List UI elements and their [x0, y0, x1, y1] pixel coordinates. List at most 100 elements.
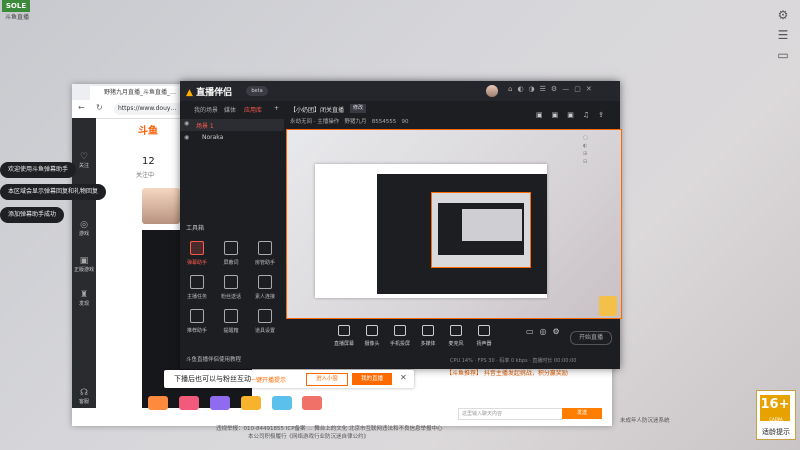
- room-title: 【小奶团】闭关直播: [290, 107, 345, 114]
- chat-message: 【斗鱼推荐】 抖音主播发起挑战，积分赢奖励: [446, 370, 568, 377]
- gift-icon: [224, 275, 238, 289]
- layer-row[interactable]: ◉ Noraka: [180, 133, 284, 143]
- back-icon[interactable]: ←: [78, 103, 85, 112]
- speaker-icon: [478, 325, 490, 336]
- tooltip-region: 本区域会显示弹幕回复和礼物回复: [0, 184, 107, 200]
- preview-side-icons[interactable]: ▢ ◐ ⊞ ⊟: [583, 134, 591, 166]
- room-id: 8554555: [371, 119, 397, 125]
- add-tab-icon[interactable]: +: [274, 105, 279, 112]
- tool-connect[interactable]: 素人连接: [250, 275, 280, 301]
- task-icon: [190, 275, 204, 289]
- gift-item[interactable]: [240, 396, 261, 410]
- my-stream-button[interactable]: 我的直播: [352, 373, 392, 385]
- window-controls[interactable]: ⌂◐◑☰⚙—▢✕: [508, 85, 597, 93]
- gift-item[interactable]: [209, 396, 230, 410]
- right-side-icons: ⚙ ☰ ▭: [776, 8, 792, 68]
- nested-app: [377, 174, 547, 294]
- age-rating-badge: 16+ CADPA 适龄提示: [756, 390, 796, 440]
- nav-item-service[interactable]: ☊ 客服: [72, 388, 96, 405]
- link-icon: [258, 275, 272, 289]
- list-icon[interactable]: ☰: [776, 28, 790, 42]
- chat-input[interactable]: 这里输入聊天内容: [458, 408, 563, 420]
- plus-icon: [190, 309, 204, 323]
- tool-reminder[interactable]: 提醒箱: [216, 309, 246, 335]
- send-button[interactable]: 发送: [562, 408, 602, 419]
- refresh-icon[interactable]: ↻: [96, 103, 103, 112]
- age-sub: CADPA: [769, 417, 783, 422]
- gear-icon: [258, 309, 272, 323]
- tool-danmu[interactable]: 弹幕助手: [182, 241, 212, 267]
- app-titlebar: ▲ 直播伴侣 beta ⌂◐◑☰⚙—▢✕: [180, 81, 620, 101]
- interaction-banner: 下播后也可以与粉丝互动 一键开播提示 进入小窗 我的直播 ✕: [164, 370, 414, 388]
- tool-tasks[interactable]: 主播任务: [182, 275, 212, 301]
- douyu-logo[interactable]: 斗鱼: [138, 122, 158, 137]
- nested-preview-inner: [431, 192, 531, 268]
- scene-row-active[interactable]: ◉ 场景 1: [180, 119, 284, 131]
- nested-app-inner: [438, 203, 524, 255]
- logo-sub: 斗鱼直播: [4, 14, 29, 21]
- nav-item-game[interactable]: ◎ 游戏: [72, 220, 96, 237]
- close-icon[interactable]: ✕: [400, 373, 407, 382]
- room-owner: 野猪九月: [344, 119, 367, 125]
- eye-icon[interactable]: ◉: [184, 134, 189, 141]
- tool-props[interactable]: 道具设置: [250, 309, 280, 335]
- tab-scene[interactable]: 我的场景: [194, 105, 218, 114]
- nav-item-follow[interactable]: ♡ 关注: [72, 152, 96, 169]
- chat-panel: 【斗鱼推荐】 抖音主播发起挑战，积分赢奖励 这里输入聊天内容 发送: [442, 364, 610, 424]
- gamepad-icon: ◎: [80, 220, 88, 230]
- browser-tab[interactable]: 野猪九月直播_斗鱼直播_…: [90, 86, 180, 100]
- bell-icon: [224, 309, 238, 323]
- logo-text: SOLE: [2, 0, 30, 12]
- url-bar[interactable]: https://www.douy…: [114, 103, 188, 115]
- corner-avatar: [599, 296, 617, 316]
- gift-item[interactable]: [302, 396, 323, 410]
- misc-control-icons[interactable]: ▭◎⚙: [526, 327, 566, 336]
- age-label: 适龄提示: [762, 428, 790, 436]
- tutorial-link[interactable]: 斗鱼直播伴侣使用教程: [186, 355, 241, 363]
- banner-link[interactable]: 一键开播提示: [250, 375, 286, 384]
- nav-item-official-game[interactable]: ▣ 正版游戏: [72, 256, 96, 273]
- nav-item-discover[interactable]: ♜ 发现: [72, 290, 96, 307]
- banner-text: 下播后也可以与粉丝互动: [174, 375, 251, 383]
- desktop-app-logo[interactable]: SOLE 斗鱼直播: [2, 0, 32, 28]
- nested-preview: [315, 164, 547, 298]
- speaker-button[interactable]: 扬声器: [468, 325, 500, 348]
- edit-room-button[interactable]: 修改: [350, 104, 366, 113]
- footer-right: 未成年人防沉迷系统: [620, 418, 670, 424]
- tab-media[interactable]: 媒体: [224, 105, 236, 114]
- settings-icon[interactable]: ⚙: [776, 8, 790, 22]
- gift-item[interactable]: [178, 396, 199, 410]
- room-category[interactable]: 永劫无间 · 主播操作: [290, 119, 339, 125]
- follow-count-label: 关注中: [136, 172, 155, 179]
- version-badge: beta: [246, 86, 268, 96]
- footer-line-1: 违规举报：010-84491855 ICP备案 ... 舞台上的文化 北京市互联…: [216, 426, 443, 432]
- phone-icon: [394, 325, 406, 336]
- tool-block-words[interactable]: 屏蔽词: [216, 241, 246, 267]
- scene-tabs: 我的场景 媒体 应用库 +: [180, 103, 284, 117]
- monitor-icon: [338, 325, 350, 336]
- shield-icon: [224, 241, 238, 255]
- headset-icon: ☊: [80, 388, 88, 398]
- toolbox-label: 工具箱: [186, 225, 205, 232]
- mini-window-button[interactable]: 进入小窗: [306, 373, 348, 386]
- room-tool-icons[interactable]: ▣▣▣♫⇪: [536, 111, 613, 119]
- mic-icon: [450, 325, 462, 336]
- gift-item[interactable]: [271, 396, 292, 410]
- controller-icon: ▣: [79, 256, 89, 266]
- tooltip-success: 添加弹幕助手成功: [0, 207, 65, 223]
- tool-room-admin[interactable]: 房管助手: [250, 241, 280, 267]
- stream-preview: ▢ ◐ ⊞ ⊟: [286, 129, 622, 319]
- user-icon: [258, 241, 272, 255]
- tool-fan-message[interactable]: 粉丝送话: [216, 275, 246, 301]
- tooltip-welcome: 欢迎使用斗鱼弹幕助手: [0, 162, 77, 178]
- eye-icon[interactable]: ◉: [184, 120, 189, 127]
- nested-preview-core: [462, 209, 522, 241]
- user-avatar[interactable]: [486, 85, 498, 97]
- keyboard-icon[interactable]: ▭: [776, 48, 790, 62]
- tab-apps[interactable]: 应用库: [244, 105, 262, 114]
- start-stream-button[interactable]: 开始直播: [570, 331, 612, 345]
- streamer-avatar[interactable]: [142, 188, 180, 224]
- tool-recommend[interactable]: 推荐助手: [182, 309, 212, 335]
- gift-item[interactable]: [148, 396, 168, 410]
- site-left-nav: ♡ 关注 ◎ 游戏 ▣ 正版游戏 ♜ 发现 ☊ 客服: [72, 118, 96, 408]
